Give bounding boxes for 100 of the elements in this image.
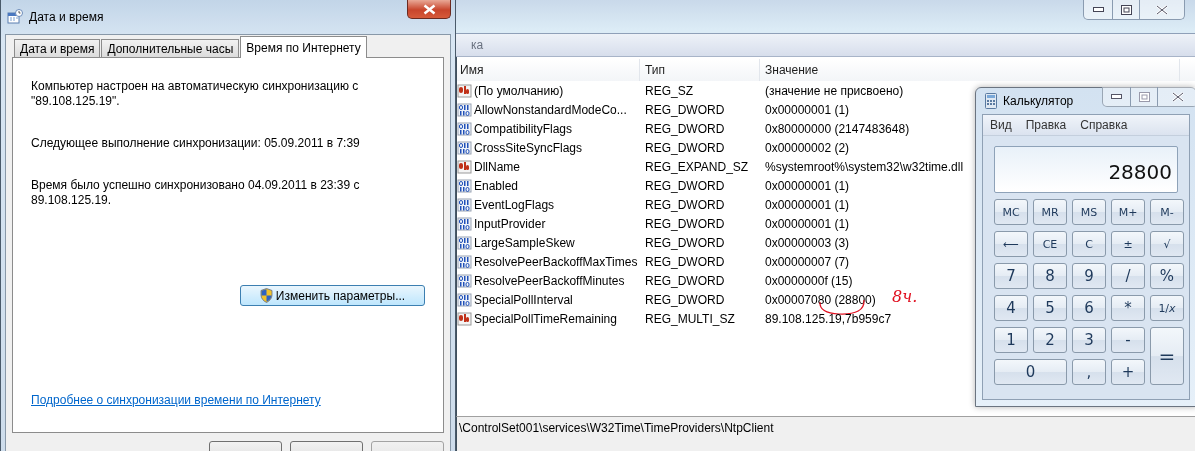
shield-icon: [259, 288, 273, 303]
calculator-key[interactable]: 7: [994, 263, 1028, 289]
sync-info-text: Компьютер настроен на автоматическую синхронизацию с "89.108.125.19".: [31, 79, 360, 109]
column-header[interactable]: Значение: [760, 59, 1180, 81]
value-type: REG_MULTI_SZ: [645, 311, 735, 326]
calculator-key[interactable]: MR: [1033, 199, 1067, 225]
window-title: Дата и время: [29, 10, 104, 24]
maximize-icon: [1120, 4, 1132, 15]
close-icon: [1171, 91, 1184, 102]
value-data: (значение не присвоено): [765, 83, 904, 98]
value-data: 0x00000003 (3): [765, 235, 850, 250]
binary-value-icon: [457, 102, 472, 117]
value-type: REG_DWORD: [645, 254, 725, 269]
menu-item[interactable]: Вид: [990, 118, 1012, 132]
value-type: REG_DWORD: [645, 178, 725, 193]
value-name[interactable]: SpecialPollInterval: [474, 292, 573, 307]
key-path: \ControlSet001\services\W32Time\TimeProviders\NtpClient: [459, 421, 774, 435]
binary-value-icon: [457, 197, 472, 212]
calculator-key[interactable]: 0: [994, 359, 1067, 385]
calculator-key[interactable]: =: [1150, 327, 1184, 385]
calculator-key[interactable]: 1/x: [1150, 295, 1184, 321]
tab[interactable]: Время по Интернету: [240, 36, 367, 58]
value-data: 89.108.125.19,7b959c7: [765, 311, 892, 326]
value-name[interactable]: (По умолчанию): [474, 83, 564, 98]
value-name[interactable]: DllName: [474, 159, 520, 174]
calculator-key[interactable]: -: [1111, 327, 1145, 353]
binary-value-icon: [457, 292, 472, 307]
calculator-display: 28800: [994, 146, 1178, 193]
calculator-key[interactable]: C: [1072, 231, 1106, 257]
binary-value-icon: [457, 140, 472, 155]
menu-item[interactable]: Правка: [1025, 118, 1067, 132]
value-name[interactable]: InputProvider: [474, 216, 546, 231]
value-name[interactable]: ResolvePeerBackoffMaxTimes: [474, 254, 638, 269]
value-name[interactable]: CrossSiteSyncFlags: [474, 140, 583, 155]
calculator-key[interactable]: 9: [1072, 263, 1106, 289]
value-type: REG_DWORD: [645, 121, 725, 136]
minimize-icon: [1092, 7, 1104, 12]
value-type: REG_DWORD: [645, 216, 725, 231]
value-type: REG_DWORD: [645, 102, 725, 117]
window-title: Калькулятор: [1003, 94, 1074, 108]
calculator-key[interactable]: 2: [1033, 327, 1067, 353]
close-icon: [422, 3, 436, 15]
binary-value-icon: [457, 178, 472, 193]
calculator-key[interactable]: 8: [1033, 263, 1067, 289]
calculator-key[interactable]: %: [1150, 263, 1184, 289]
column-header[interactable]: Тип: [640, 59, 760, 81]
calculator-key[interactable]: /: [1111, 263, 1145, 289]
menu-item[interactable]: Справка: [1080, 118, 1128, 132]
calculator-key[interactable]: 3: [1072, 327, 1106, 353]
column-header[interactable]: Имя: [457, 59, 640, 81]
binary-value-icon: [457, 121, 472, 136]
calculator-key[interactable]: MS: [1072, 199, 1106, 225]
value-name[interactable]: LargeSampleSkew: [474, 235, 575, 250]
value-type: REG_DWORD: [645, 235, 725, 250]
calculator-key[interactable]: 6: [1072, 295, 1106, 321]
calculator-key[interactable]: 1: [994, 327, 1028, 353]
calculator-key[interactable]: ,: [1072, 359, 1106, 385]
value-type: REG_DWORD: [645, 292, 725, 307]
handwritten-note: 8ч.: [892, 286, 918, 306]
value-data: 0x80000000 (2147483648): [765, 121, 910, 136]
calculator-key[interactable]: M-: [1150, 199, 1184, 225]
value-name[interactable]: Enabled: [474, 178, 519, 193]
value-name[interactable]: CompatibilityFlags: [474, 121, 573, 136]
calculator-key[interactable]: M+: [1111, 199, 1145, 225]
tab[interactable]: Дата и время: [14, 39, 101, 58]
calculator-key[interactable]: ⟵: [994, 231, 1028, 257]
value-name[interactable]: ResolvePeerBackoffMinutes: [474, 273, 625, 288]
value-type: REG_DWORD: [645, 197, 725, 212]
binary-value-icon: [457, 216, 472, 231]
calculator-key[interactable]: +: [1111, 359, 1145, 385]
minimize-icon: [1111, 94, 1122, 99]
calculator-key[interactable]: 4: [994, 295, 1028, 321]
calculator-key[interactable]: 5: [1033, 295, 1067, 321]
value-type: REG_SZ: [645, 83, 693, 98]
close-button[interactable]: [407, 0, 451, 19]
change-settings-button[interactable]: Изменить параметры...: [240, 285, 425, 306]
tab[interactable]: Дополнительные часы: [101, 39, 240, 58]
calculator-key[interactable]: √: [1150, 231, 1184, 257]
value-name[interactable]: AllowNonstandardModeCo...: [474, 102, 627, 117]
value-data: 0x0000000f (15): [765, 273, 853, 288]
calculator-key[interactable]: CE: [1033, 231, 1067, 257]
sync-info-text: Следующее выполнение синхронизации: 05.09.2011 в 7:39: [31, 136, 361, 151]
value-name[interactable]: SpecialPollTimeRemaining: [474, 311, 617, 326]
value-data: 0x00000007 (7): [765, 254, 850, 269]
value-data: %systemroot%\system32\w32time.dll: [765, 159, 964, 174]
calculator-icon: [985, 93, 997, 109]
calendar-clock-icon: [7, 9, 23, 25]
help-link[interactable]: Подробнее о синхронизации времени по Интернету: [31, 393, 425, 407]
calculator-key[interactable]: MC: [994, 199, 1028, 225]
menu-item[interactable]: ка: [471, 38, 484, 52]
binary-value-icon: [457, 235, 472, 250]
close-icon: [1156, 4, 1168, 15]
value-data: 0x00000001 (1): [765, 102, 850, 117]
value-data: 0x00000002 (2): [765, 140, 850, 155]
calculator-key[interactable]: *: [1111, 295, 1145, 321]
value-data: 0x00000001 (1): [765, 178, 850, 193]
sync-info-text: Время было успешно синхронизовано 04.09.2011 в 23:39 с 89.108.125.19.: [31, 178, 361, 208]
calculator-key[interactable]: ±: [1111, 231, 1145, 257]
value-name[interactable]: EventLogFlags: [474, 197, 555, 212]
binary-value-icon: [457, 273, 472, 288]
